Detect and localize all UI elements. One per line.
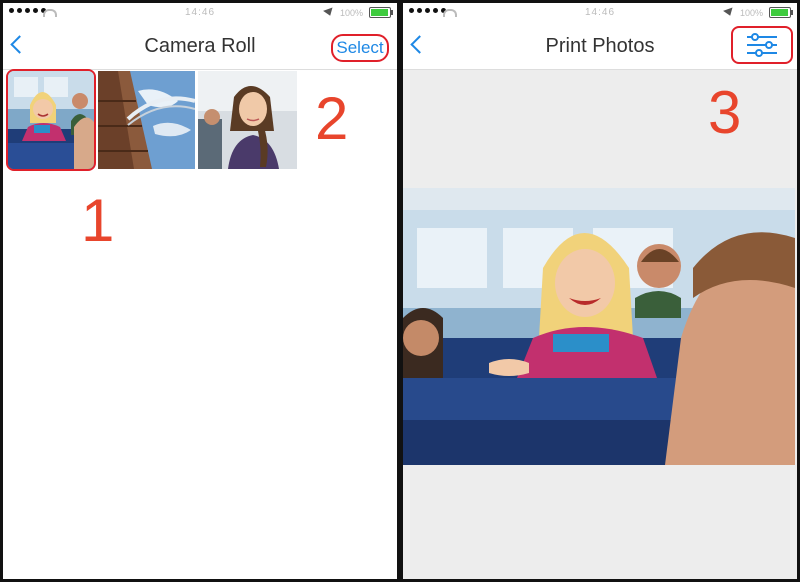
print-preview-photo [403, 188, 795, 465]
location-arrow-icon [323, 7, 335, 18]
navigation-bar: Print Photos [403, 23, 797, 70]
location-arrow-icon [723, 7, 735, 18]
battery-icon [769, 7, 793, 18]
step-number-2: 2 [315, 85, 349, 152]
photo-thumbnail-girl-on-bus[interactable] [6, 69, 96, 171]
battery-icon [369, 7, 393, 18]
print-settings-button[interactable] [731, 26, 793, 64]
photo-thumbnail-bridge-sky[interactable] [98, 71, 195, 169]
bridge-sky-image [98, 71, 195, 169]
status-bar: 14:46 100% [3, 3, 397, 23]
battery-percent: 100% [739, 7, 763, 18]
woman-portrait-image [198, 71, 297, 169]
battery-percent: 100% [339, 7, 363, 18]
photo-thumbnail-woman-portrait[interactable] [198, 71, 297, 169]
step-number-1: 1 [81, 187, 115, 254]
navigation-bar: Camera Roll Select [3, 23, 397, 70]
print-photos-screen: 14:46 100% Print Photos 3 [403, 3, 797, 579]
select-button[interactable]: Select [331, 34, 389, 62]
girl-on-bus-image [8, 71, 94, 169]
girl-on-bus-large-image [403, 188, 795, 465]
sliders-settings-icon [747, 33, 777, 57]
step-number-3: 3 [708, 79, 742, 146]
camera-roll-screen: 14:46 100% Camera Roll Select 1 2 [3, 3, 397, 579]
status-bar: 14:46 100% [403, 3, 797, 23]
